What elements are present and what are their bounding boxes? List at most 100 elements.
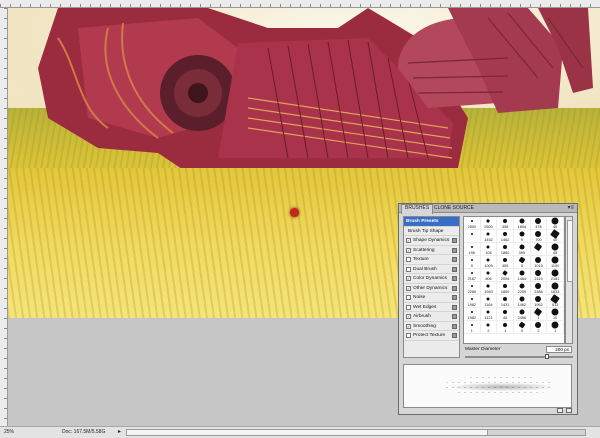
horizontal-scroll-thumb[interactable] (127, 430, 488, 435)
brush-preset-cell[interactable]: 700 (530, 230, 548, 243)
brush-preset-cell[interactable]: 2456 (513, 308, 531, 321)
brush-grid-scrollbar[interactable] (565, 216, 573, 344)
brush-preset-cell[interactable]: 1833 (547, 282, 564, 295)
brush-preset-cell[interactable]: 1982 (464, 295, 481, 308)
brush-option-airbrush[interactable]: ✓ Airbrush (404, 312, 459, 322)
lock-icon[interactable] (452, 304, 457, 310)
brush-preset-cell[interactable]: 46 (497, 308, 514, 321)
zoom-level[interactable]: 25% (4, 427, 14, 438)
brush-preset-cell[interactable]: 1982 (464, 308, 481, 321)
brush-preset-cell[interactable] (464, 230, 481, 243)
brush-preset-cell[interactable]: 2167 (464, 269, 481, 282)
brush-preset-cell[interactable]: 196 (464, 243, 481, 256)
lock-icon[interactable] (452, 247, 457, 253)
master-diameter-slider[interactable] (465, 356, 573, 358)
brush-preset-cell[interactable]: 1015 (530, 256, 548, 269)
brush-option-dual-brush[interactable]: Dual Brush (404, 265, 459, 274)
brush-preset-cell[interactable]: 1462 (497, 230, 514, 243)
brush-preset-cell[interactable]: 5 (513, 256, 531, 269)
option-checkbox[interactable]: ✓ (406, 314, 411, 319)
brush-preset-cell[interactable]: 2 (530, 321, 548, 334)
lock-icon[interactable] (452, 323, 457, 329)
master-diameter-slider-handle[interactable] (545, 354, 549, 359)
brush-preset-cell[interactable]: 1164 (480, 295, 498, 308)
brush-option-other-dynamics[interactable]: ✓ Other Dynamics (404, 284, 459, 293)
lock-icon[interactable] (452, 314, 457, 319)
document-size-info[interactable]: Doc: 167.5M/5.58G (62, 427, 105, 438)
brush-preset-cell[interactable]: 2500 (480, 217, 498, 230)
brush-preset-cell[interactable]: 1860 (497, 243, 514, 256)
brush-preset-cell[interactable]: 358 (497, 217, 514, 230)
tab-brushes[interactable]: BRUSHES (401, 204, 434, 214)
brush-preset-cell[interactable]: 2386 (530, 282, 548, 295)
brush-preset-cell[interactable]: 478 (530, 217, 548, 230)
lock-icon[interactable] (452, 285, 457, 291)
lock-icon[interactable] (452, 276, 457, 281)
lock-icon[interactable] (452, 295, 457, 300)
brush-preset-cell[interactable] (530, 242, 548, 256)
brush-grid-scroll-thumb[interactable] (567, 220, 573, 282)
brush-preset-cell[interactable]: 3 (513, 321, 531, 334)
horizontal-scrollbar[interactable] (126, 429, 586, 436)
brush-option-smoothing[interactable]: ✓ Smoothing (404, 322, 459, 331)
master-diameter-field[interactable]: 200 px (546, 346, 572, 353)
brush-preset-cell[interactable]: 1 (547, 321, 564, 334)
brush-preset-cell[interactable]: 1121 (480, 308, 498, 321)
option-checkbox[interactable]: ✓ (406, 276, 411, 281)
lock-icon[interactable] (452, 266, 457, 272)
brush-preset-cell[interactable]: 9 (513, 230, 531, 243)
option-checkbox[interactable] (406, 304, 411, 310)
brush-preset-cell[interactable]: 1005 (480, 256, 498, 269)
brush-preset-cell[interactable]: 2 (480, 321, 498, 334)
brush-option-scattering[interactable]: ✓ Scattering (404, 246, 459, 255)
brush-option-noise[interactable]: Noise (404, 293, 459, 303)
brush-preset-cell[interactable]: 1100 (547, 256, 564, 269)
tab-clone-source[interactable]: CLONE SOURCE (431, 205, 477, 212)
option-checkbox[interactable] (406, 257, 411, 262)
brush-preset-cell[interactable]: 2289 (464, 282, 481, 295)
brush-option-protect-texture[interactable]: Protect Texture (404, 331, 459, 341)
option-checkbox[interactable]: ✓ (406, 247, 411, 253)
brush-preset-cell[interactable]: 1 (497, 321, 514, 334)
lock-icon[interactable] (452, 257, 457, 262)
brush-option-brush-tip-shape[interactable]: Brush Tip Shape (404, 227, 459, 236)
brush-preset-cell[interactable]: 9 (464, 256, 481, 269)
brush-preset-cell[interactable]: 108 (480, 243, 498, 256)
option-checkbox[interactable] (406, 333, 411, 338)
brush-preset-cell[interactable]: 455 (497, 256, 514, 269)
option-checkbox[interactable] (406, 295, 411, 300)
brush-preset-cell[interactable]: 1431 (497, 295, 514, 308)
option-checkbox[interactable] (406, 266, 411, 272)
brush-preset-cell[interactable]: 10 (547, 308, 564, 321)
brush-preset-cell[interactable]: 1464 (513, 269, 531, 282)
brush-option-texture[interactable]: Texture (404, 255, 459, 265)
brush-preset-cell[interactable]: 1 (530, 307, 548, 321)
brush-preset-cell[interactable]: 2500 (464, 217, 481, 230)
brush-preset-cell[interactable]: 1452 (480, 230, 498, 243)
lock-icon[interactable] (452, 333, 457, 338)
brush-preset-cell[interactable]: 1804 (513, 217, 531, 230)
brush-preset-cell[interactable]: 40 (547, 229, 564, 243)
brush-preset-cell[interactable]: 1 (464, 321, 481, 334)
brush-preset-cell[interactable]: 1983 (480, 282, 498, 295)
option-checkbox[interactable]: ✓ (406, 285, 411, 291)
brush-preset-cell[interactable]: 513 (547, 294, 564, 308)
brush-option-wet-edges[interactable]: Wet Edges (404, 303, 459, 312)
brush-preset-cell[interactable]: 45 (547, 243, 564, 256)
trash-icon[interactable] (566, 408, 572, 413)
status-menu-arrow-icon[interactable]: ▸ (118, 427, 121, 438)
brush-preset-cell[interactable]: 2181 (547, 269, 564, 282)
brush-preset-cell[interactable]: 395 (513, 243, 531, 256)
brush-option-brush-presets[interactable]: Brush Presets (404, 217, 459, 227)
brush-preset-cell[interactable]: 1462 (513, 295, 531, 308)
brush-preset-cell[interactable]: 1860 (497, 282, 514, 295)
lock-icon[interactable] (452, 238, 457, 243)
brush-preset-cell[interactable]: 2094 (497, 269, 514, 282)
brush-option-shape-dynamics[interactable]: ✓ Shape Dynamics (404, 236, 459, 246)
brush-preset-cell[interactable]: 1962 (530, 295, 548, 308)
brush-preset-cell[interactable]: 806 (480, 269, 498, 282)
brush-preset-cell[interactable]: 2259 (513, 282, 531, 295)
brush-option-color-dynamics[interactable]: ✓ Color Dynamics (404, 274, 459, 284)
new-brush-icon[interactable] (557, 408, 563, 413)
option-checkbox[interactable]: ✓ (406, 238, 411, 243)
